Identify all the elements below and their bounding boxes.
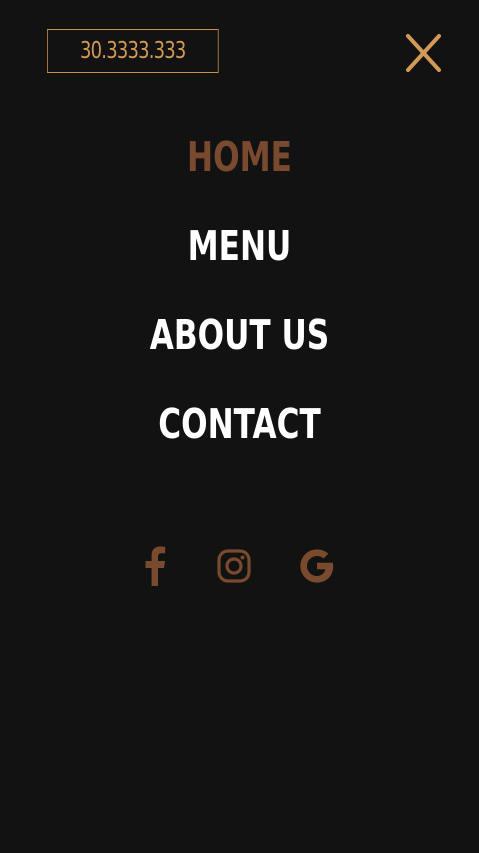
nav-item-contact[interactable]: CONTACT — [57, 402, 421, 446]
phone-number-badge[interactable]: 30.3333.333 — [47, 29, 219, 73]
instagram-icon — [217, 549, 251, 583]
nav-item-home[interactable]: HOME — [57, 135, 421, 179]
close-x-icon — [406, 34, 441, 72]
nav-item-menu[interactable]: MENU — [57, 224, 421, 268]
main-navigation: HOME MENU ABOUT US CONTACT — [0, 135, 479, 491]
google-link[interactable] — [297, 545, 337, 587]
instagram-link[interactable] — [216, 545, 252, 587]
close-menu-button[interactable] — [403, 32, 445, 74]
google-icon — [300, 549, 334, 583]
facebook-link[interactable] — [140, 545, 170, 587]
phone-number-text: 30.3333.333 — [80, 38, 186, 64]
social-links — [0, 545, 479, 587]
facebook-icon — [145, 546, 166, 586]
nav-item-about-us[interactable]: ABOUT US — [57, 313, 421, 357]
